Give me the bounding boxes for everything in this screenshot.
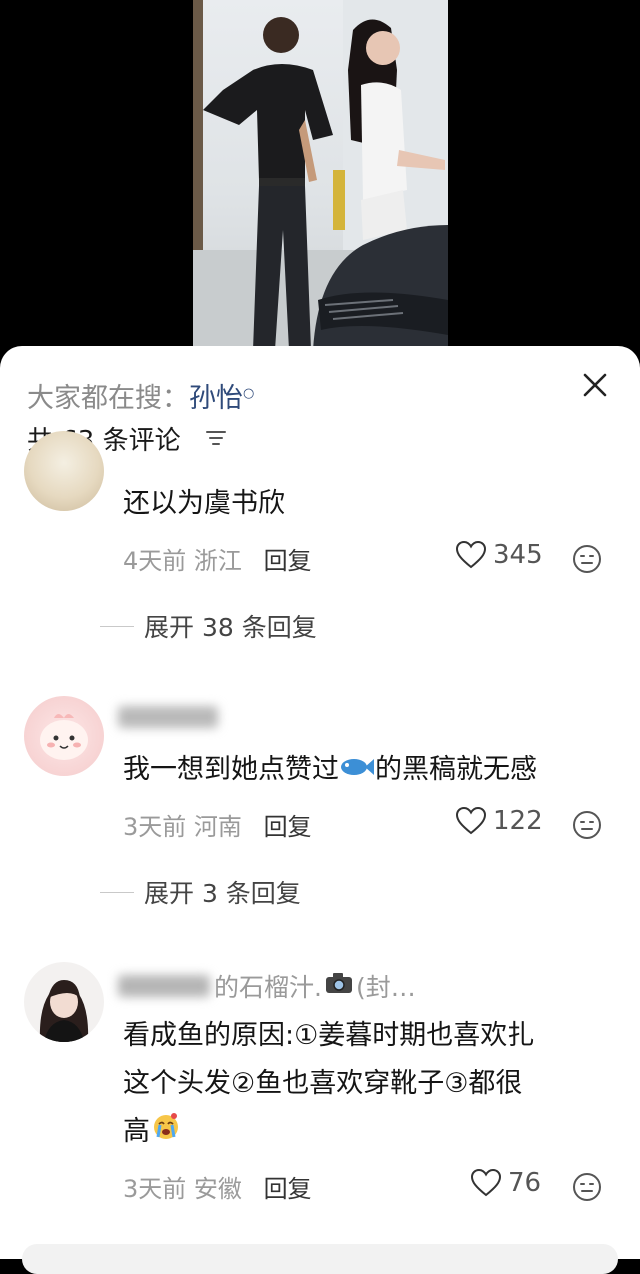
comment-text-before: 我一想到她点赞过 [123,754,339,785]
emoji-face-icon [573,1173,601,1201]
search-icon: ○ [243,386,255,401]
username-suffix: (封… [355,973,416,1002]
expand-divider [100,891,134,893]
emoji-face-icon [573,811,601,839]
expand-label: 展开 3 条回复 [144,879,301,908]
video-player[interactable] [0,0,640,360]
username-blurred[interactable] [118,706,218,728]
avatar-image [39,980,89,1042]
comment-input-bar[interactable] [22,1244,618,1274]
avatar[interactable] [24,431,104,511]
heart-icon [455,540,487,569]
comment-meta: 4天前 浙江 回复 [123,541,312,576]
search-keyword[interactable]: 孙怡 [189,383,243,414]
like-button[interactable]: 122 [455,806,543,836]
heart-icon [455,806,487,835]
username[interactable]: 的石榴汁. (封… [118,968,416,1004]
comment-time: 3天前 [123,813,187,841]
comment-time: 4天前 [123,547,187,575]
like-count: 122 [493,806,543,836]
like-button[interactable]: 76 [470,1168,541,1198]
fish-emoji [339,747,375,795]
close-button[interactable] [578,368,612,402]
expand-label: 展开 38 条回复 [144,613,317,642]
comment-text: 我一想到她点赞过 的黑稿就无感 [123,746,623,795]
reply-button[interactable]: 回复 [264,1175,312,1203]
heart-icon [470,1168,502,1197]
like-button[interactable]: 345 [455,540,543,570]
comment-line-3: 高 [123,1108,623,1157]
comment-location: 河南 [193,813,242,841]
comment-line-2: 这个头发②鱼也喜欢穿靴子③都很 [123,1068,523,1099]
comment-meta: 3天前 安徽 回复 [123,1169,312,1204]
reaction-button[interactable] [572,810,602,840]
expand-divider [100,625,134,627]
crying-emoji [150,1109,182,1157]
sort-button[interactable] [205,428,227,448]
comment-sheet: 大家都在搜：孙怡○ 共 63 条评论 还以为虞书欣 4天前 浙江 回复 345 [0,346,640,1259]
expand-replies-button[interactable]: 展开 3 条回复 [100,874,301,910]
camera-emoji [324,971,354,1001]
reply-button[interactable]: 回复 [264,547,312,575]
like-count: 345 [493,540,543,570]
like-count: 76 [508,1168,542,1198]
comment-time: 3天前 [123,1175,187,1203]
video-frame [193,0,448,350]
emoji-face-icon [573,545,601,573]
reaction-button[interactable] [572,544,602,574]
username-blurred [118,975,210,997]
close-icon [583,373,607,397]
reply-button[interactable]: 回复 [264,813,312,841]
comment-location: 安徽 [193,1175,242,1203]
avatar-image [40,714,88,760]
comment-location: 浙江 [193,547,242,575]
comment-text: 还以为虞书欣 [123,488,285,519]
reaction-button[interactable] [572,1172,602,1202]
video-scene [193,0,448,350]
search-prefix: 大家都在搜： [27,383,189,414]
search-suggestion[interactable]: 大家都在搜：孙怡○ [27,376,254,415]
avatar[interactable] [24,962,104,1042]
expand-replies-button[interactable]: 展开 38 条回复 [100,608,317,644]
comment-line-3-text: 高 [123,1116,150,1147]
comment-text-after: 的黑稿就无感 [375,754,537,785]
sort-icon [206,431,226,445]
avatar[interactable] [24,696,104,776]
comment-text: 看成鱼的原因:①姜暮时期也喜欢扎 这个头发②鱼也喜欢穿靴子③都很 高 [123,1012,623,1157]
comment-meta: 3天前 河南 回复 [123,807,312,842]
username-tail: 的石榴汁. [214,973,322,1002]
comment-line-1: 看成鱼的原因:①姜暮时期也喜欢扎 [123,1020,535,1051]
